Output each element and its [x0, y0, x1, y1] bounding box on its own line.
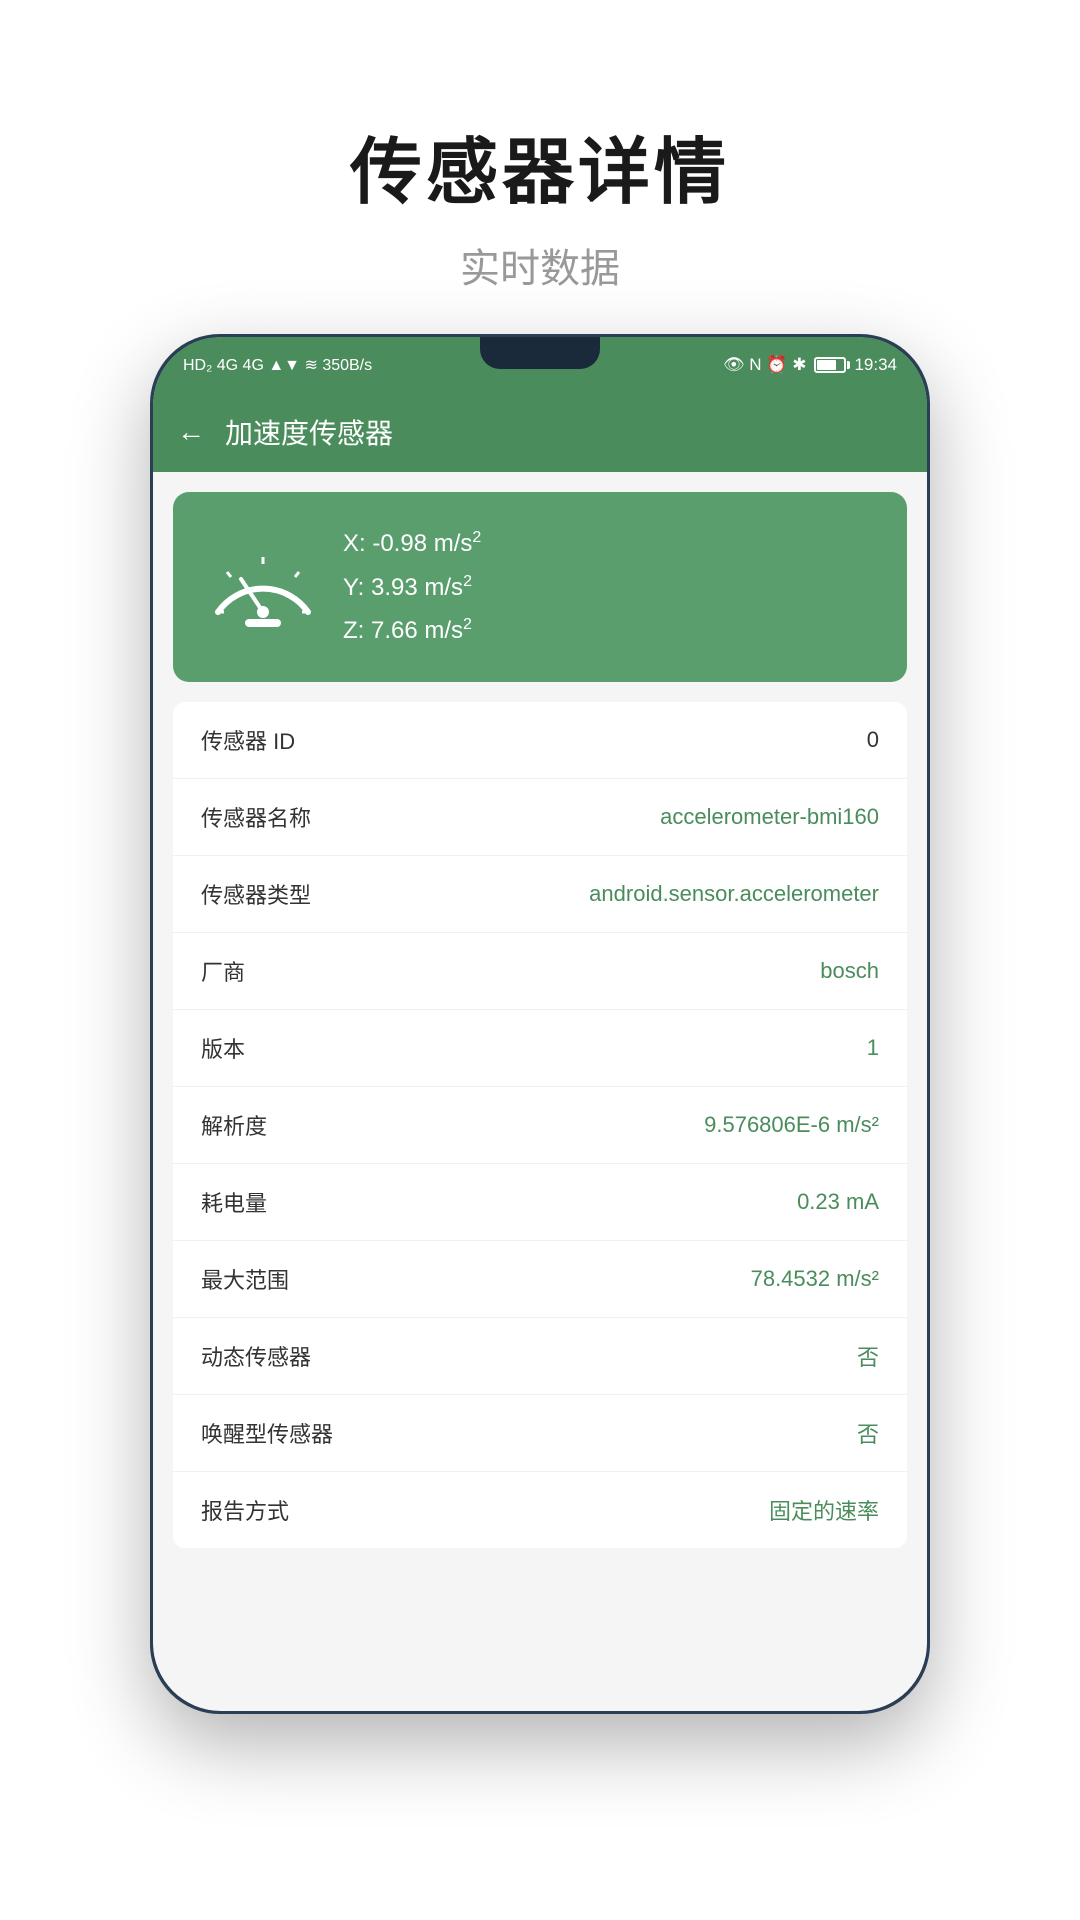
info-value: 78.4532 m/s² — [751, 1266, 879, 1292]
page-subtitle: 实时数据 — [350, 236, 730, 294]
info-row: 解析度 9.576806E-6 m/s² — [173, 1087, 907, 1164]
info-value: bosch — [820, 958, 879, 984]
info-row: 动态传感器 否 — [173, 1318, 907, 1395]
info-row: 传感器名称 accelerometer-bmi160 — [173, 779, 907, 856]
info-label: 版本 — [201, 1032, 245, 1064]
phone-notch — [480, 337, 600, 369]
info-row: 最大范围 78.4532 m/s² — [173, 1241, 907, 1318]
battery-icon — [814, 357, 846, 373]
phone-mockup: HD₂ 4G 4G ▲▼ ≋ 350B/s 👁 N ⏰ ✱ 19:34 ← 加速… — [150, 334, 930, 1714]
info-value: accelerometer-bmi160 — [660, 804, 879, 830]
info-row: 传感器 ID 0 — [173, 702, 907, 779]
info-value: 0 — [867, 727, 879, 753]
info-value: android.sensor.accelerometer — [589, 881, 879, 907]
info-value: 1 — [867, 1035, 879, 1061]
page-title: 传感器详情 — [350, 130, 730, 216]
info-label: 耗电量 — [201, 1186, 267, 1218]
info-value: 固定的速率 — [769, 1494, 879, 1526]
status-right: 👁 N ⏰ ✱ 19:34 — [723, 355, 897, 375]
info-row: 版本 1 — [173, 1010, 907, 1087]
info-label: 报告方式 — [201, 1494, 289, 1526]
info-label: 传感器 ID — [201, 724, 295, 756]
back-button[interactable]: ← — [177, 416, 205, 448]
app-bar-title: 加速度传感器 — [225, 412, 393, 452]
info-row: 唤醒型传感器 否 — [173, 1395, 907, 1472]
sensor-x-value: X: -0.98 m/s2 — [343, 522, 481, 565]
sensor-values: X: -0.98 m/s2 Y: 3.93 m/s2 Z: 7.66 m/s2 — [343, 522, 481, 652]
info-label: 最大范围 — [201, 1263, 289, 1295]
info-row: 厂商 bosch — [173, 933, 907, 1010]
info-label: 解析度 — [201, 1109, 267, 1141]
page-header: 传感器详情 实时数据 — [350, 130, 730, 294]
info-value: 0.23 mA — [797, 1189, 879, 1215]
status-left: HD₂ 4G 4G ▲▼ ≋ 350B/s — [183, 355, 372, 375]
sensor-y-value: Y: 3.93 m/s2 — [343, 566, 481, 609]
status-icons: HD₂ 4G 4G ▲▼ ≋ 350B/s — [183, 355, 372, 375]
phone-screen: HD₂ 4G 4G ▲▼ ≋ 350B/s 👁 N ⏰ ✱ 19:34 ← 加速… — [153, 337, 927, 1711]
app-bar: ← 加速度传感器 — [153, 392, 927, 472]
info-row: 传感器类型 android.sensor.accelerometer — [173, 856, 907, 933]
info-label: 厂商 — [201, 955, 245, 987]
info-value: 否 — [857, 1340, 879, 1372]
info-label: 动态传感器 — [201, 1340, 311, 1372]
info-label: 唤醒型传感器 — [201, 1417, 333, 1449]
sensor-z-value: Z: 7.66 m/s2 — [343, 609, 481, 652]
info-label: 传感器名称 — [201, 801, 311, 833]
sensor-card: X: -0.98 m/s2 Y: 3.93 m/s2 Z: 7.66 m/s2 — [173, 492, 907, 682]
info-row: 耗电量 0.23 mA — [173, 1164, 907, 1241]
info-label: 传感器类型 — [201, 878, 311, 910]
info-value: 9.576806E-6 m/s² — [704, 1112, 879, 1138]
status-misc-icons: 👁 N ⏰ ✱ — [723, 355, 806, 375]
info-list: 传感器 ID 0 传感器名称 accelerometer-bmi160 传感器类型 and… — [173, 702, 907, 1548]
gauge-icon — [203, 537, 323, 637]
info-row: 报告方式 固定的速率 — [173, 1472, 907, 1548]
battery-fill — [817, 360, 835, 370]
status-time: 19:34 — [854, 355, 897, 375]
info-value: 否 — [857, 1417, 879, 1449]
